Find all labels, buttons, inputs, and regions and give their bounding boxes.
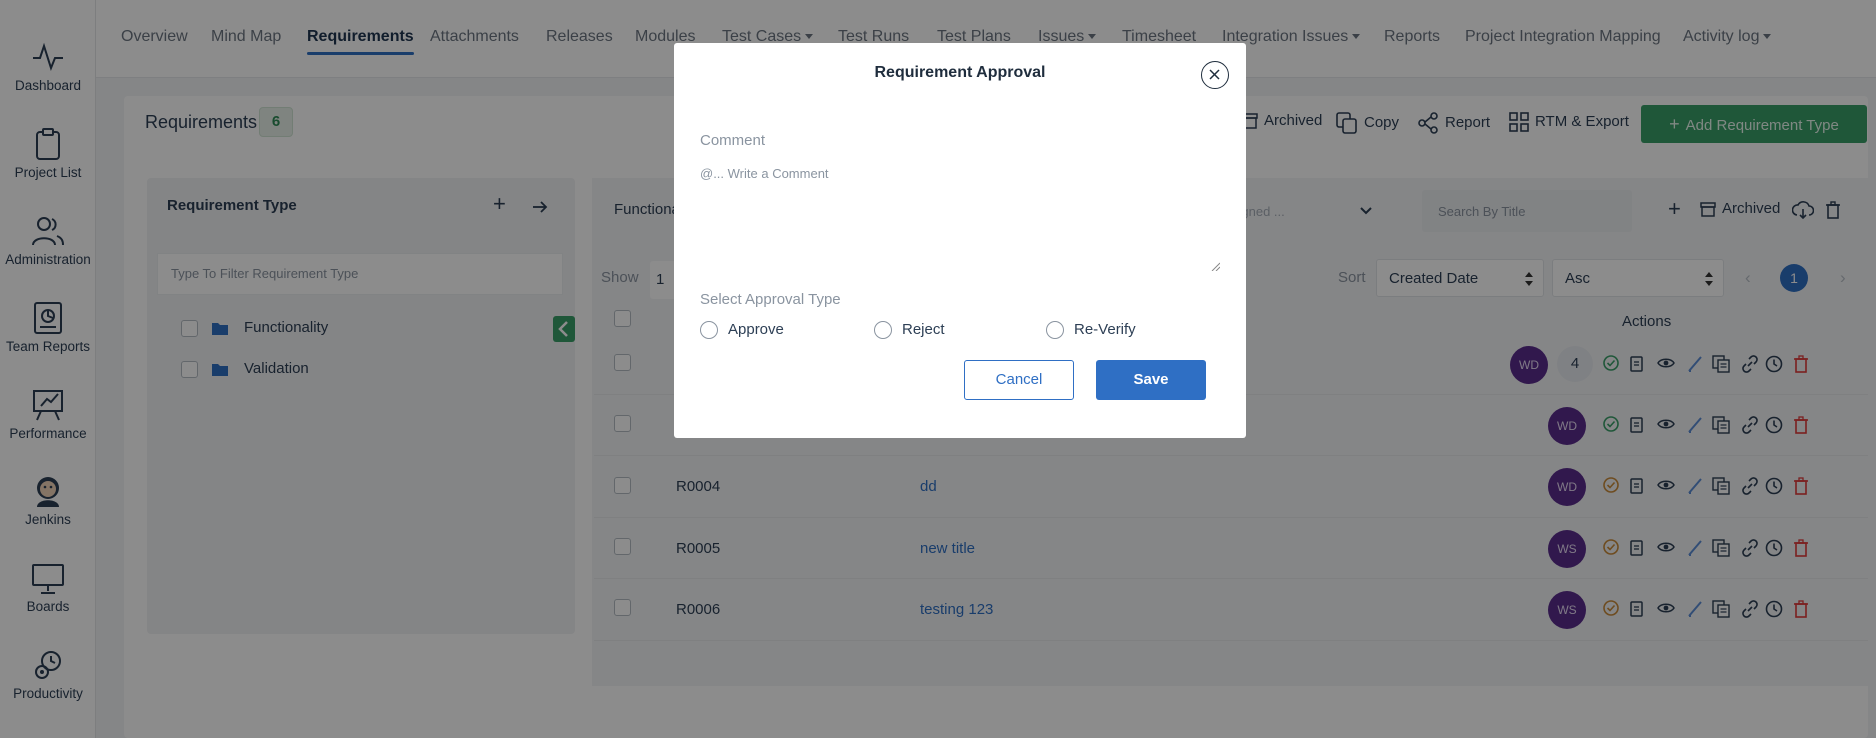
- comment-textarea[interactable]: @... Write a Comment: [700, 160, 1220, 271]
- close-icon: [1209, 69, 1220, 80]
- requirement-approval-modal: Requirement Approval Comment @... Write …: [674, 43, 1246, 438]
- close-button[interactable]: [1201, 61, 1229, 89]
- radio-label: Approve: [728, 321, 784, 338]
- reject-radio[interactable]: Reject: [874, 321, 945, 340]
- comment-label: Comment: [700, 132, 766, 149]
- reverify-radio[interactable]: Re-Verify: [1046, 321, 1136, 340]
- cancel-button[interactable]: Cancel: [964, 360, 1074, 400]
- radio-circle[interactable]: [1046, 321, 1064, 340]
- resize-grip-icon[interactable]: [1210, 261, 1220, 271]
- radio-label: Reject: [902, 321, 945, 338]
- approval-type-label: Select Approval Type: [700, 291, 841, 308]
- radio-circle[interactable]: [700, 321, 718, 340]
- save-button[interactable]: Save: [1096, 360, 1206, 400]
- radio-label: Re-Verify: [1074, 321, 1136, 338]
- radio-circle[interactable]: [874, 321, 892, 340]
- modal-title: Requirement Approval: [874, 64, 1046, 81]
- comment-placeholder: @... Write a Comment: [700, 166, 829, 181]
- approve-radio[interactable]: Approve: [700, 321, 784, 340]
